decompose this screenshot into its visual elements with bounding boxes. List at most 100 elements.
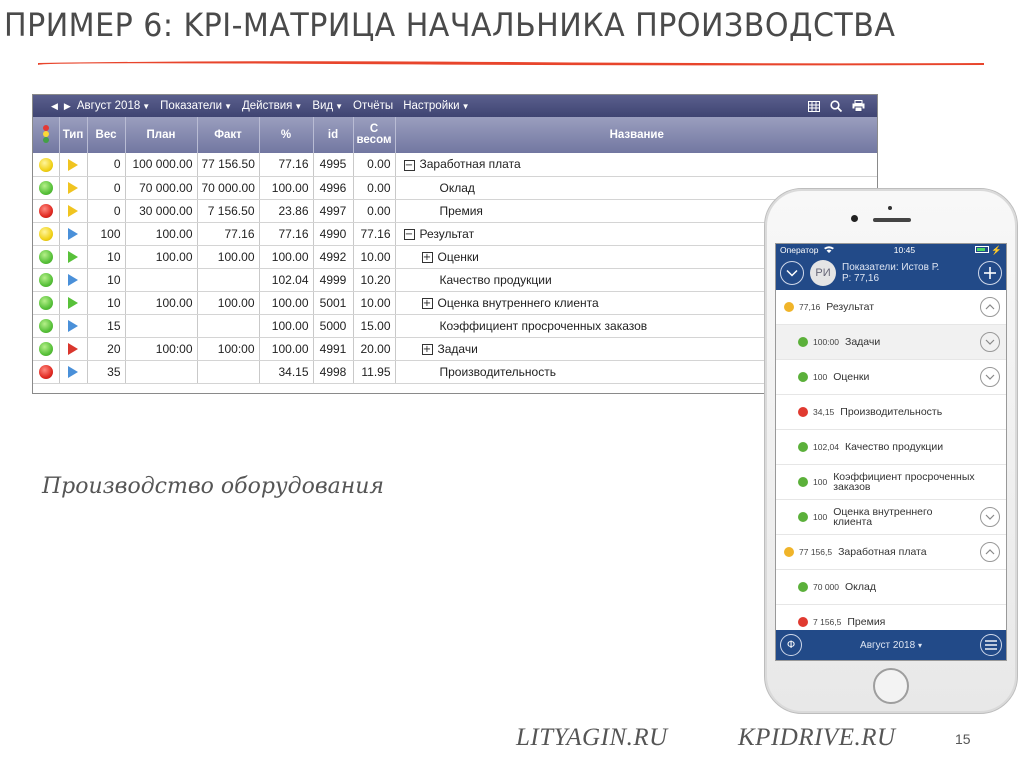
- type-flag-icon: [68, 320, 78, 333]
- list-item[interactable]: 7 156,5 Премия: [776, 605, 1006, 630]
- home-button[interactable]: [873, 668, 909, 704]
- phone-status-bar: Оператор 10:45 ⚡: [776, 244, 1006, 256]
- footer-link-kpidrive[interactable]: KPIDRIVE.RU: [738, 724, 896, 752]
- menu-reports[interactable]: Отчёты: [353, 100, 393, 112]
- chevron-down-icon[interactable]: [980, 507, 1000, 527]
- chevron-down-icon[interactable]: [980, 367, 1000, 387]
- weighted-cell: 15.00: [353, 314, 396, 338]
- footer-link-lityagin[interactable]: LITYAGIN.RU: [516, 724, 668, 752]
- print-icon[interactable]: [851, 99, 865, 113]
- filter-button[interactable]: Ф: [780, 634, 802, 656]
- status-cell: [33, 314, 60, 338]
- indicator-name: Оценки: [833, 371, 870, 383]
- percent-column-header[interactable]: %: [259, 117, 314, 153]
- plan-cell: [125, 360, 198, 384]
- type-column-header[interactable]: Тип: [59, 117, 88, 153]
- expand-icon[interactable]: +: [421, 343, 433, 355]
- fact-cell: 77 156.50: [197, 153, 260, 177]
- type-flag-icon: [68, 343, 78, 356]
- type-cell: [59, 337, 88, 361]
- period-selector[interactable]: Август 2018 ▼: [77, 100, 150, 112]
- status-dot-icon: [38, 226, 53, 241]
- menu-indicators[interactable]: Показатели ▼: [160, 100, 232, 112]
- table-row[interactable]: 35 34.15 4998 11.95 Производительность: [33, 360, 877, 384]
- menu-view[interactable]: Вид ▼: [312, 100, 343, 112]
- plan-cell: [125, 268, 198, 292]
- indicator-name: Оценка внутреннего клиента: [833, 506, 933, 528]
- indicator-name: Производительность: [439, 364, 556, 379]
- id-column-header[interactable]: id: [313, 117, 354, 153]
- list-item[interactable]: 77,16 Результат: [776, 290, 1006, 325]
- weighted-cell: 10.00: [353, 291, 396, 315]
- weighted-cell: 0.00: [353, 153, 396, 177]
- indicator-name: Заработная плата: [838, 546, 927, 558]
- header-title: Показатели: Истов Р.: [842, 262, 940, 273]
- table-row[interactable]: 0 30 000.00 7 156.50 23.86 4997 0.00 Премия: [33, 199, 877, 223]
- table-row[interactable]: 10 100.00 100.00 100.00 4992 10.00 + Оценки: [33, 245, 877, 269]
- table-row[interactable]: 10 102.04 4999 10.20 Качество продукции: [33, 268, 877, 292]
- status-dot-icon: [798, 337, 808, 347]
- prev-period-icon[interactable]: ◀: [51, 101, 58, 112]
- table-row[interactable]: 10 100.00 100.00 100.00 5001 10.00 + Оценка вну…: [33, 291, 877, 315]
- id-cell: 4995: [313, 153, 354, 177]
- status-dot-icon: [798, 442, 808, 452]
- list-item[interactable]: 70 000 Оклад: [776, 570, 1006, 605]
- collapse-button[interactable]: [780, 261, 804, 285]
- add-button[interactable]: [978, 261, 1002, 285]
- chevron-down-icon[interactable]: [980, 332, 1000, 352]
- indicator-name: Премия: [439, 203, 483, 218]
- id-cell: 4998: [313, 360, 354, 384]
- weight-cell: 10: [87, 268, 126, 292]
- indicator-value: 100: [813, 372, 828, 382]
- table-row[interactable]: 100 100.00 77.16 77.16 4990 77.16− Результат: [33, 222, 877, 246]
- table-row[interactable]: 15 100.00 5000 15.00 Коэффициент просроченны…: [33, 314, 877, 338]
- status-cell: [33, 245, 60, 269]
- avatar[interactable]: РИ: [810, 260, 836, 286]
- name-cell[interactable]: − Заработная плата: [395, 153, 877, 177]
- indicator-name: Результат: [419, 226, 475, 241]
- traffic-light-icon: [42, 124, 49, 143]
- grid-icon[interactable]: [807, 99, 821, 113]
- type-cell: [59, 314, 88, 338]
- table-row[interactable]: 0 100 000.00 77 156.50 77.16 4995 0.00− Зарабо…: [33, 153, 877, 177]
- table-row[interactable]: 20 100:00 100:00 100.00 4991 20.00 + Задачи: [33, 337, 877, 361]
- search-icon[interactable]: [829, 99, 843, 113]
- fact-column-header[interactable]: Факт: [197, 117, 260, 153]
- list-item[interactable]: 77 156,5 Заработная плата: [776, 535, 1006, 570]
- weight-column-header[interactable]: Вес: [87, 117, 126, 153]
- list-item[interactable]: 100 Оценки: [776, 360, 1006, 395]
- list-item[interactable]: 100 Оценка внутреннего клиента: [776, 500, 1006, 535]
- collapse-icon[interactable]: −: [403, 228, 415, 240]
- next-period-icon[interactable]: ▶: [64, 101, 71, 112]
- collapse-icon[interactable]: −: [403, 159, 415, 171]
- status-cell: [33, 222, 60, 246]
- list-item[interactable]: 100:00 Задачи: [776, 325, 1006, 360]
- hamburger-icon: [984, 640, 997, 650]
- weight-cell: 15: [87, 314, 126, 338]
- weighted-column-header[interactable]: С весом: [353, 117, 396, 153]
- weighted-cell: 77.16: [353, 222, 396, 246]
- list-item[interactable]: 34,15 Производительность: [776, 395, 1006, 430]
- list-item[interactable]: 100 Коэффициент просроченных заказов: [776, 465, 1006, 500]
- expand-icon[interactable]: +: [421, 251, 433, 263]
- table-row[interactable]: 0 70 000.00 70 000.00 100.00 4996 0.00 Оклад: [33, 176, 877, 200]
- list-item[interactable]: 102,04 Качество продукции: [776, 430, 1006, 465]
- wifi-icon: [823, 246, 834, 253]
- menu-actions[interactable]: Действия ▼: [242, 100, 302, 112]
- chevron-up-icon[interactable]: [980, 542, 1000, 562]
- plan-column-header[interactable]: План: [125, 117, 198, 153]
- indicator-name: Коэффициент просроченных заказов: [833, 471, 975, 493]
- menu-button[interactable]: [979, 634, 1002, 656]
- menu-settings[interactable]: Настройки ▼: [403, 100, 469, 112]
- status-dot-icon: [38, 180, 53, 195]
- title-underline: [38, 61, 984, 66]
- status-cell: [33, 337, 60, 361]
- mobile-period-selector[interactable]: Август 2018 ▾: [860, 640, 922, 651]
- chevron-up-icon[interactable]: [980, 297, 1000, 317]
- status-column-header[interactable]: [33, 117, 60, 153]
- name-column-header[interactable]: Название: [395, 117, 877, 153]
- slide-caption: Производство оборудования: [42, 474, 384, 499]
- type-flag-icon: [68, 251, 78, 264]
- plan-cell: [125, 314, 198, 338]
- expand-icon[interactable]: +: [421, 297, 433, 309]
